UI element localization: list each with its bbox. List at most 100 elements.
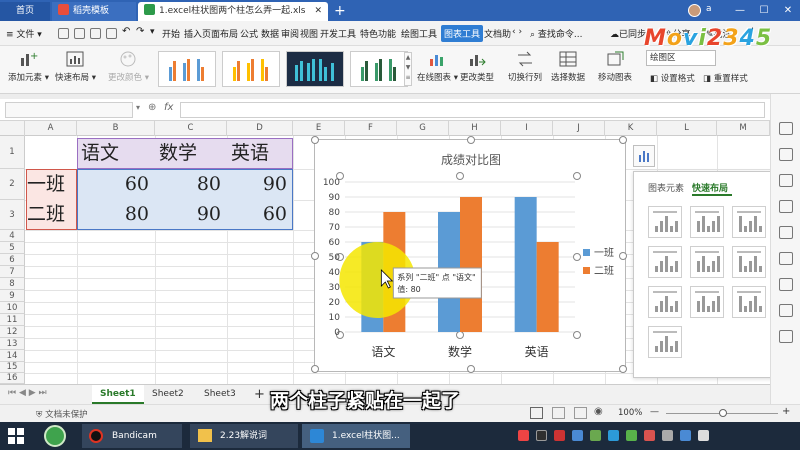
bar-一班-英语[interactable] — [514, 197, 537, 332]
column-header[interactable]: H — [449, 121, 501, 136]
menu-data[interactable]: 数据 — [261, 27, 279, 40]
menu-scroll-arrows[interactable]: ‹ › — [512, 27, 522, 37]
row-header[interactable]: 4 — [0, 230, 25, 242]
settings-icon[interactable] — [779, 304, 793, 317]
normal-view-icon[interactable] — [530, 407, 543, 419]
layout-option[interactable] — [690, 286, 724, 318]
column-header[interactable]: L — [657, 121, 717, 136]
sheet-nav-icons[interactable]: ⏮ ◀ ▶ ⏭ — [8, 388, 47, 398]
fx-label[interactable]: fx — [164, 102, 173, 113]
row-header[interactable]: 8 — [0, 278, 25, 290]
table-cell[interactable]: 60 — [227, 200, 293, 229]
tray-icon[interactable] — [626, 430, 637, 441]
windows-start-icon[interactable] — [8, 428, 24, 444]
select-data-button[interactable]: 选择数据 — [551, 50, 585, 83]
bar-二班-数学[interactable] — [460, 197, 482, 332]
tray-icon[interactable] — [518, 430, 529, 441]
more-styles-icon[interactable]: ▲ ▼ ≡ — [404, 52, 412, 86]
maximize-icon[interactable]: ☐ — [752, 0, 776, 21]
export-pdf-icon[interactable] — [74, 28, 85, 39]
sheet-tab[interactable]: Sheet1 — [92, 385, 144, 404]
layout-option[interactable] — [648, 206, 682, 238]
resize-handle[interactable] — [467, 136, 475, 144]
row-header[interactable]: 13 — [0, 338, 25, 350]
user-name[interactable]: a — [706, 4, 712, 14]
sheet-tab[interactable]: Sheet3 — [196, 385, 244, 404]
column-header[interactable]: B — [77, 121, 155, 136]
zoom-level[interactable]: 100% — [618, 408, 642, 418]
table-cell[interactable]: 80 — [155, 170, 227, 199]
row-header[interactable]: 11 — [0, 314, 25, 326]
row-header[interactable]: 14 — [0, 350, 25, 362]
resize-handle[interactable] — [467, 365, 475, 373]
online-chart-button[interactable]: 在线图表 ▾ — [417, 50, 458, 83]
row-header[interactable]: 2 — [0, 169, 25, 200]
shape-icon[interactable] — [779, 226, 793, 239]
more-icon[interactable]: ▾ — [150, 27, 155, 37]
row-header[interactable]: 16 — [0, 373, 25, 384]
layout-option[interactable] — [648, 246, 682, 278]
file-menu[interactable]: ≡ 文件 ▾ — [6, 27, 42, 40]
menu-insert[interactable]: 插入 — [184, 27, 202, 40]
sync-status[interactable]: ☁已同步 — [610, 27, 646, 40]
filter-icon[interactable] — [779, 200, 793, 213]
chart-style-2[interactable] — [222, 51, 280, 87]
plot-area-handle[interactable] — [573, 253, 581, 261]
layout-option[interactable] — [690, 246, 724, 278]
tray-icon[interactable] — [536, 430, 547, 441]
protect-status[interactable]: ⛨ 文档未保护 — [36, 408, 88, 420]
plot-area-handle[interactable] — [456, 172, 464, 180]
tab-quick-layout[interactable]: 快速布局 — [692, 181, 728, 194]
avatar[interactable] — [688, 4, 701, 17]
style-icon[interactable] — [779, 174, 793, 187]
browser-icon[interactable] — [44, 425, 66, 447]
tray-icon[interactable] — [590, 430, 601, 441]
plot-area-handle[interactable] — [573, 331, 581, 339]
column-header[interactable]: D — [227, 121, 293, 136]
menu-page-layout[interactable]: 页面布局 — [202, 27, 238, 40]
tray-icon[interactable] — [572, 430, 583, 441]
taskbar-wps[interactable]: 1.excel柱状图... — [302, 424, 410, 448]
name-box-dropdown-icon[interactable]: ▾ — [136, 103, 140, 112]
backup-icon[interactable] — [779, 278, 793, 291]
table-header-cell[interactable]: 数学 — [155, 139, 227, 168]
row-header[interactable]: 7 — [0, 266, 25, 278]
resize-handle[interactable] — [619, 136, 627, 144]
plot-area-handle[interactable] — [456, 331, 464, 339]
column-header[interactable]: I — [501, 121, 553, 136]
taskbar-bandicam[interactable]: Bandicam — [82, 424, 182, 448]
menu-view[interactable]: 视图 — [300, 27, 318, 40]
resize-handle[interactable] — [311, 252, 319, 260]
bar-chart[interactable]: 成绩对比图 0 10 20 30 40 50 60 70 80 90 100 语文 数学 英语 一班 二班… — [311, 136, 627, 373]
change-color-button[interactable]: 更改颜色 ▾ — [108, 50, 149, 83]
layout-option[interactable] — [690, 206, 724, 238]
legend-label[interactable]: 一班 — [594, 247, 614, 259]
column-header[interactable]: M — [717, 121, 770, 136]
column-header[interactable]: F — [345, 121, 397, 136]
layout-option[interactable] — [732, 286, 766, 318]
resize-handle[interactable] — [619, 252, 627, 260]
minimize-icon[interactable]: — — [728, 0, 752, 21]
tray-icon[interactable] — [698, 430, 709, 441]
close-window-icon[interactable]: ✕ — [776, 0, 800, 21]
column-header[interactable]: C — [155, 121, 227, 136]
plot-area-handle[interactable] — [573, 172, 581, 180]
new-tab-button[interactable]: + — [334, 2, 346, 20]
table-header-cell[interactable]: 英语 — [227, 139, 293, 168]
layout-option[interactable] — [648, 326, 682, 358]
reading-mode-icon[interactable]: ◉ — [594, 406, 603, 417]
tab-chart-elements[interactable]: 图表元素 — [648, 181, 684, 194]
chart-style-3[interactable] — [286, 51, 344, 87]
sheet-tab[interactable]: Sheet2 — [144, 385, 192, 404]
layout-option[interactable] — [732, 246, 766, 278]
column-header[interactable]: E — [293, 121, 345, 136]
menu-special[interactable]: 特色功能 — [360, 27, 396, 40]
page-view-icon[interactable] — [552, 407, 565, 419]
column-header[interactable]: A — [25, 121, 77, 136]
formula-input[interactable] — [180, 102, 765, 118]
menu-doc-assistant[interactable]: 文档助 — [484, 27, 511, 40]
zoom-icon[interactable]: ⊕ — [148, 102, 156, 113]
zoom-slider-thumb[interactable] — [719, 409, 727, 417]
add-sheet-button[interactable]: + — [246, 385, 273, 404]
save-icon[interactable] — [58, 28, 69, 39]
